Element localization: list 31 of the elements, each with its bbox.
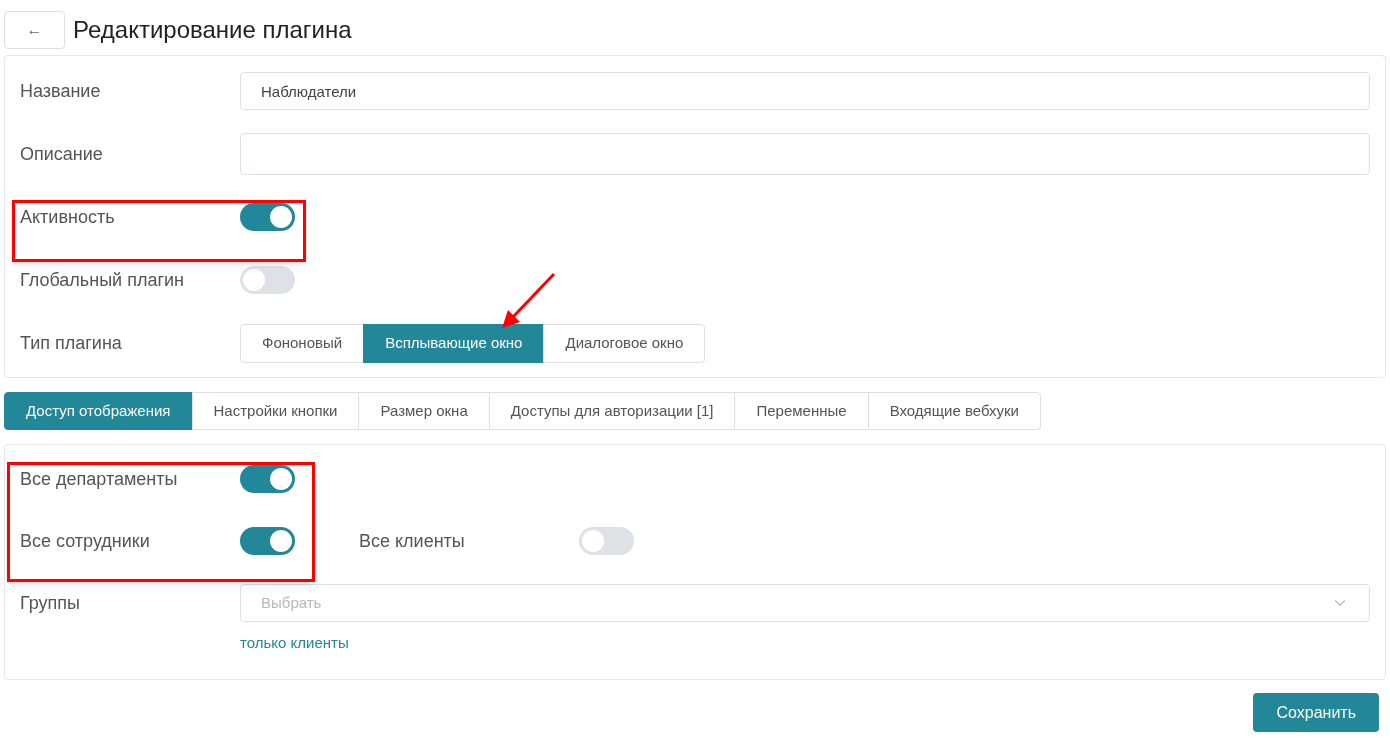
- hint-text: только клиенты: [240, 634, 349, 651]
- arrow-drawing: [500, 272, 556, 330]
- tab[interactable]: Настройки кнопки: [191, 392, 360, 430]
- toggle-switch[interactable]: [240, 527, 295, 555]
- plugin-type-option[interactable]: Всплывающие окно: [363, 323, 545, 363]
- save-button[interactable]: Сохранить: [1253, 693, 1379, 732]
- page-title: Редактирование плагина: [73, 14, 352, 45]
- toggle-switch[interactable]: [240, 203, 295, 231]
- field-label: Название: [20, 79, 102, 103]
- plugin-type-option[interactable]: Диалоговое окно: [543, 323, 706, 363]
- name-input[interactable]: Наблюдатели: [240, 72, 1370, 110]
- field-label: Все департаменты: [20, 467, 179, 491]
- toggle-switch[interactable]: [579, 527, 634, 555]
- field-label: Описание: [20, 142, 104, 166]
- select-placeholder: Выбрать: [261, 592, 322, 613]
- toggle-switch[interactable]: [240, 266, 295, 294]
- field-label: Активность: [20, 205, 116, 229]
- toggle-switch[interactable]: [240, 465, 295, 493]
- back-button[interactable]: ←: [4, 10, 65, 49]
- field-label: Все сотрудники: [20, 529, 151, 553]
- field-label: Глобальный плагин: [20, 268, 185, 292]
- description-input[interactable]: [240, 133, 1370, 175]
- tab[interactable]: Размер окна: [358, 392, 490, 430]
- field-label: Тип плагина: [20, 331, 123, 355]
- tab[interactable]: Доступ отображения: [4, 392, 193, 430]
- plugin-type-option[interactable]: Фононовый: [240, 323, 365, 363]
- field-label: Группы: [20, 591, 81, 615]
- tab[interactable]: Переменные: [734, 392, 869, 430]
- tab[interactable]: Входящие вебхуки: [867, 392, 1041, 430]
- field-label: Все клиенты: [359, 529, 466, 553]
- tab[interactable]: Доступы для авторизации [1]: [488, 392, 736, 430]
